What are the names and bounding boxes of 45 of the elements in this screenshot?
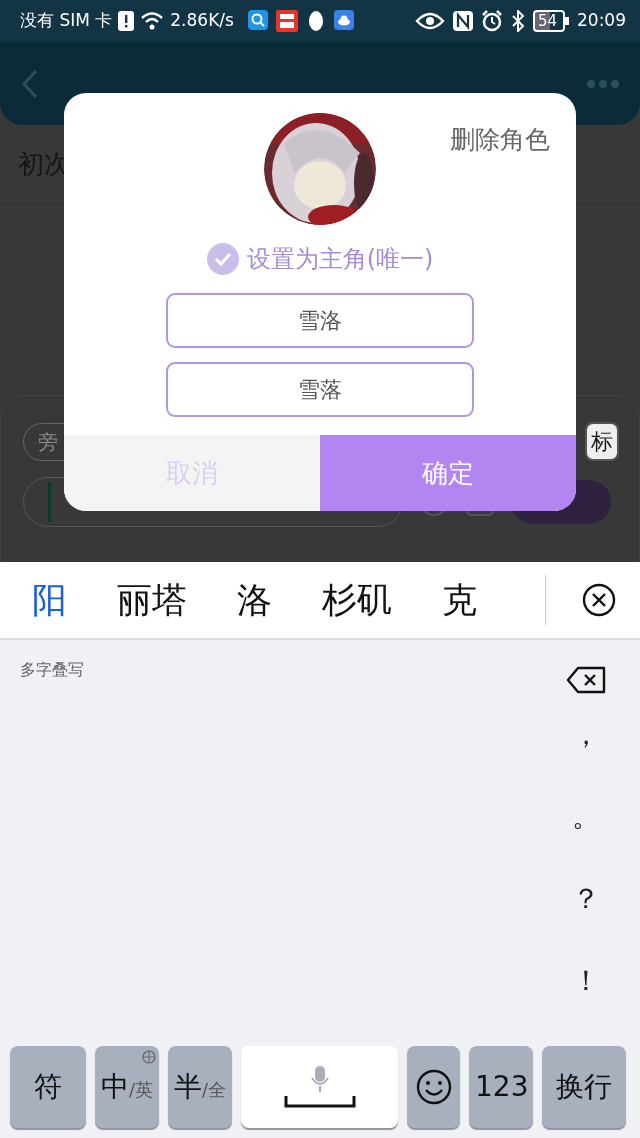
keyboard-key[interactable]: 中/英 xyxy=(95,1046,159,1128)
tag-button[interactable]: 标 xyxy=(585,422,619,461)
punctuation-key[interactable]: ？ xyxy=(558,858,614,940)
wifi-icon xyxy=(140,11,165,31)
punctuation-key[interactable]: 。 xyxy=(558,776,614,858)
app-icon xyxy=(275,10,298,32)
delete-role-link[interactable]: 删除角色 xyxy=(450,121,550,159)
text-cursor xyxy=(48,482,51,522)
name-field[interactable]: 雪洛 xyxy=(166,293,474,348)
emoji-key[interactable] xyxy=(407,1046,460,1128)
battery-level: 54 xyxy=(532,10,565,32)
alarm-icon xyxy=(480,10,503,32)
handwriting-area[interactable]: 多字叠写 ， 。 ？ ！ xyxy=(0,640,640,1046)
backspace-icon[interactable] xyxy=(566,666,606,694)
candidate-word[interactable]: 洛 xyxy=(237,573,272,627)
microphone-icon xyxy=(310,1066,329,1092)
carrier-text: 没有 SIM 卡 xyxy=(20,9,113,33)
candidate-word[interactable]: 阳 xyxy=(32,573,67,627)
mode-label: 多字叠写 xyxy=(20,659,84,681)
punctuation-key[interactable]: ！ xyxy=(558,940,614,1022)
candidate-word[interactable]: 丽塔 xyxy=(117,573,187,627)
search-app-icon xyxy=(247,10,268,30)
sim-alert-icon xyxy=(118,11,135,31)
candidate-word[interactable]: 克 xyxy=(442,573,477,627)
smiley-icon xyxy=(415,1069,452,1105)
candidate-word[interactable]: 杉矶 xyxy=(322,573,392,627)
keyboard-key[interactable]: 半/全 xyxy=(168,1046,232,1128)
punctuation-key[interactable]: ， xyxy=(558,694,614,776)
globe-icon xyxy=(142,1050,156,1064)
keyboard-key[interactable]: 123 xyxy=(469,1046,533,1128)
space-bar-icon xyxy=(283,1096,356,1108)
network-speed: 2.86K/s xyxy=(170,9,234,33)
battery-tip-icon xyxy=(565,17,569,25)
name-field[interactable]: 雪落 xyxy=(166,362,474,417)
checkbox-label: 设置为主角(唯一) xyxy=(246,244,434,275)
cloud-app-icon xyxy=(333,10,354,30)
keyboard-key[interactable]: 换行 xyxy=(542,1046,626,1128)
checkbox[interactable] xyxy=(206,243,239,275)
close-icon[interactable] xyxy=(582,583,616,617)
keyboard-key[interactable]: 符 xyxy=(10,1046,86,1128)
bluetooth-icon xyxy=(510,10,525,32)
nfc-icon xyxy=(452,11,473,31)
eye-icon xyxy=(414,11,445,31)
space-key[interactable] xyxy=(241,1046,398,1128)
clock-time: 20:09 xyxy=(577,9,626,33)
